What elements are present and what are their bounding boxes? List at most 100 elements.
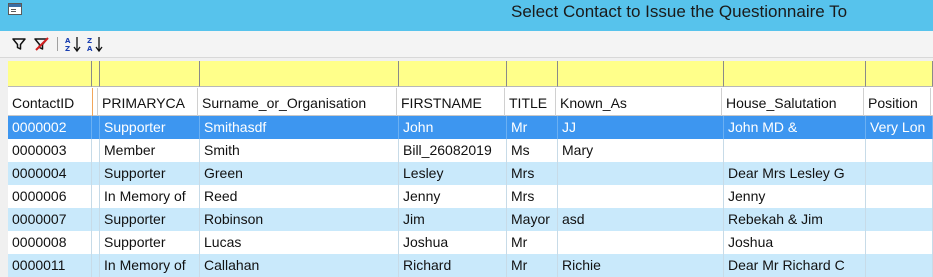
table-body: 0000002 Supporter Smithasdf John Mr JJ J… <box>8 116 933 277</box>
cell-house-salutation: Dear Mrs Lesley G <box>724 162 866 185</box>
toolbar: A Z Z A <box>0 31 933 58</box>
cell-title: Ms <box>507 139 558 162</box>
filter-cell-position[interactable] <box>866 61 933 87</box>
cell-marker <box>92 254 100 277</box>
svg-text:A: A <box>87 45 93 53</box>
cell-primaryca: Supporter <box>100 162 200 185</box>
cell-position <box>866 231 933 254</box>
cell-primaryca: In Memory of <box>100 185 200 208</box>
cell-known-as <box>558 231 724 254</box>
table-row[interactable]: 0000002 Supporter Smithasdf John Mr JJ J… <box>8 116 933 139</box>
table-row[interactable]: 0000008 Supporter Lucas Joshua Mr Joshua <box>8 231 933 254</box>
filter-cell-house-salutation[interactable] <box>724 61 866 87</box>
cell-marker <box>92 116 100 139</box>
cell-title: Mrs <box>507 185 558 208</box>
cell-contactid: 0000011 <box>8 254 92 277</box>
cell-contactid: 0000003 <box>8 139 92 162</box>
column-header-position[interactable]: Position <box>864 88 931 116</box>
cell-firstname: Lesley <box>399 162 507 185</box>
cell-marker <box>92 162 100 185</box>
contacts-grid[interactable]: ContactID PRIMARYCA Surname_or_Organisat… <box>8 61 933 277</box>
cell-contactid: 0000006 <box>8 185 92 208</box>
cell-marker <box>92 139 100 162</box>
cell-known-as: Richie <box>558 254 724 277</box>
cell-primaryca: Member <box>100 139 200 162</box>
column-header-title[interactable]: TITLE <box>505 88 556 116</box>
cell-marker <box>92 185 100 208</box>
cell-title: Mr <box>507 254 558 277</box>
filter-cell-contactid[interactable] <box>8 61 92 87</box>
cell-primaryca: Supporter <box>100 116 200 139</box>
cell-known-as: Mary <box>558 139 724 162</box>
table-row[interactable]: 0000004 Supporter Green Lesley Mrs Dear … <box>8 162 933 185</box>
toolbar-separator <box>57 37 58 51</box>
cell-firstname: Jim <box>399 208 507 231</box>
cell-title: Mr <box>507 231 558 254</box>
cell-known-as <box>558 185 724 208</box>
clear-filter-icon[interactable] <box>33 35 51 53</box>
cell-house-salutation: Dear Mr Richard C <box>724 254 866 277</box>
column-header-known-as[interactable]: Known_As <box>556 88 722 116</box>
table-row[interactable]: 0000006 In Memory of Reed Jenny Mrs Jenn… <box>8 185 933 208</box>
cell-position <box>866 208 933 231</box>
cell-position <box>866 139 933 162</box>
cell-marker <box>92 231 100 254</box>
cell-surname: Robinson <box>200 208 399 231</box>
cell-firstname: John <box>399 116 507 139</box>
cell-house-salutation: Rebekah & Jim <box>724 208 866 231</box>
sort-descending-icon[interactable]: Z A <box>86 35 104 53</box>
table-row[interactable]: 0000003 Member Smith Bill_26082019 Ms Ma… <box>8 139 933 162</box>
title-bar: Select Contact to Issue the Questionnair… <box>0 0 933 31</box>
svg-text:A: A <box>65 37 71 45</box>
filter-cell-sort[interactable] <box>92 61 100 87</box>
column-header-contactid[interactable]: ContactID <box>8 88 92 116</box>
cell-contactid: 0000007 <box>8 208 92 231</box>
cell-title: Mrs <box>507 162 558 185</box>
cell-known-as: asd <box>558 208 724 231</box>
cell-known-as <box>558 162 724 185</box>
column-header-firstname[interactable]: FIRSTNAME <box>397 88 505 116</box>
cell-position <box>866 162 933 185</box>
cell-position <box>866 185 933 208</box>
sort-ascending-icon[interactable]: A Z <box>64 35 82 53</box>
filter-cell-primaryca[interactable] <box>100 61 200 87</box>
cell-position: Very Lon <box>866 116 933 139</box>
cell-house-salutation: John MD & <box>724 116 866 139</box>
cell-surname: Callahan <box>200 254 399 277</box>
cell-surname: Smithasdf <box>200 116 399 139</box>
column-header-primaryca[interactable]: PRIMARYCA <box>98 88 198 116</box>
cell-house-salutation <box>724 139 866 162</box>
cell-house-salutation: Jenny <box>724 185 866 208</box>
filter-cell-firstname[interactable] <box>399 61 507 87</box>
cell-surname: Reed <box>200 185 399 208</box>
cell-firstname: Bill_26082019 <box>399 139 507 162</box>
table-row[interactable]: 0000007 Supporter Robinson Jim Mayor asd… <box>8 208 933 231</box>
svg-text:Z: Z <box>65 45 70 53</box>
cell-contactid: 0000008 <box>8 231 92 254</box>
window-title: Select Contact to Issue the Questionnair… <box>511 2 848 21</box>
cell-firstname: Joshua <box>399 231 507 254</box>
table-row[interactable]: 0000011 In Memory of Callahan Richard Mr… <box>8 254 933 277</box>
cell-contactid: 0000004 <box>8 162 92 185</box>
app-window-icon <box>8 3 22 15</box>
cell-surname: Lucas <box>200 231 399 254</box>
cell-contactid: 0000002 <box>8 116 92 139</box>
cell-surname: Smith <box>200 139 399 162</box>
cell-surname: Green <box>200 162 399 185</box>
filter-cell-title[interactable] <box>507 61 558 87</box>
cell-title: Mr <box>507 116 558 139</box>
cell-position <box>866 254 933 277</box>
cell-primaryca: In Memory of <box>100 254 200 277</box>
column-header-row: ContactID PRIMARYCA Surname_or_Organisat… <box>8 88 933 116</box>
filter-cell-surname[interactable] <box>200 61 399 87</box>
cell-primaryca: Supporter <box>100 231 200 254</box>
cell-marker <box>92 208 100 231</box>
cell-firstname: Jenny <box>399 185 507 208</box>
cell-primaryca: Supporter <box>100 208 200 231</box>
column-header-house-salutation[interactable]: House_Salutation <box>722 88 864 116</box>
cell-house-salutation: Joshua <box>724 231 866 254</box>
filter-row <box>8 61 933 87</box>
filter-icon[interactable] <box>11 35 29 53</box>
filter-cell-known-as[interactable] <box>558 61 724 87</box>
column-header-surname[interactable]: Surname_or_Organisation <box>198 88 397 116</box>
